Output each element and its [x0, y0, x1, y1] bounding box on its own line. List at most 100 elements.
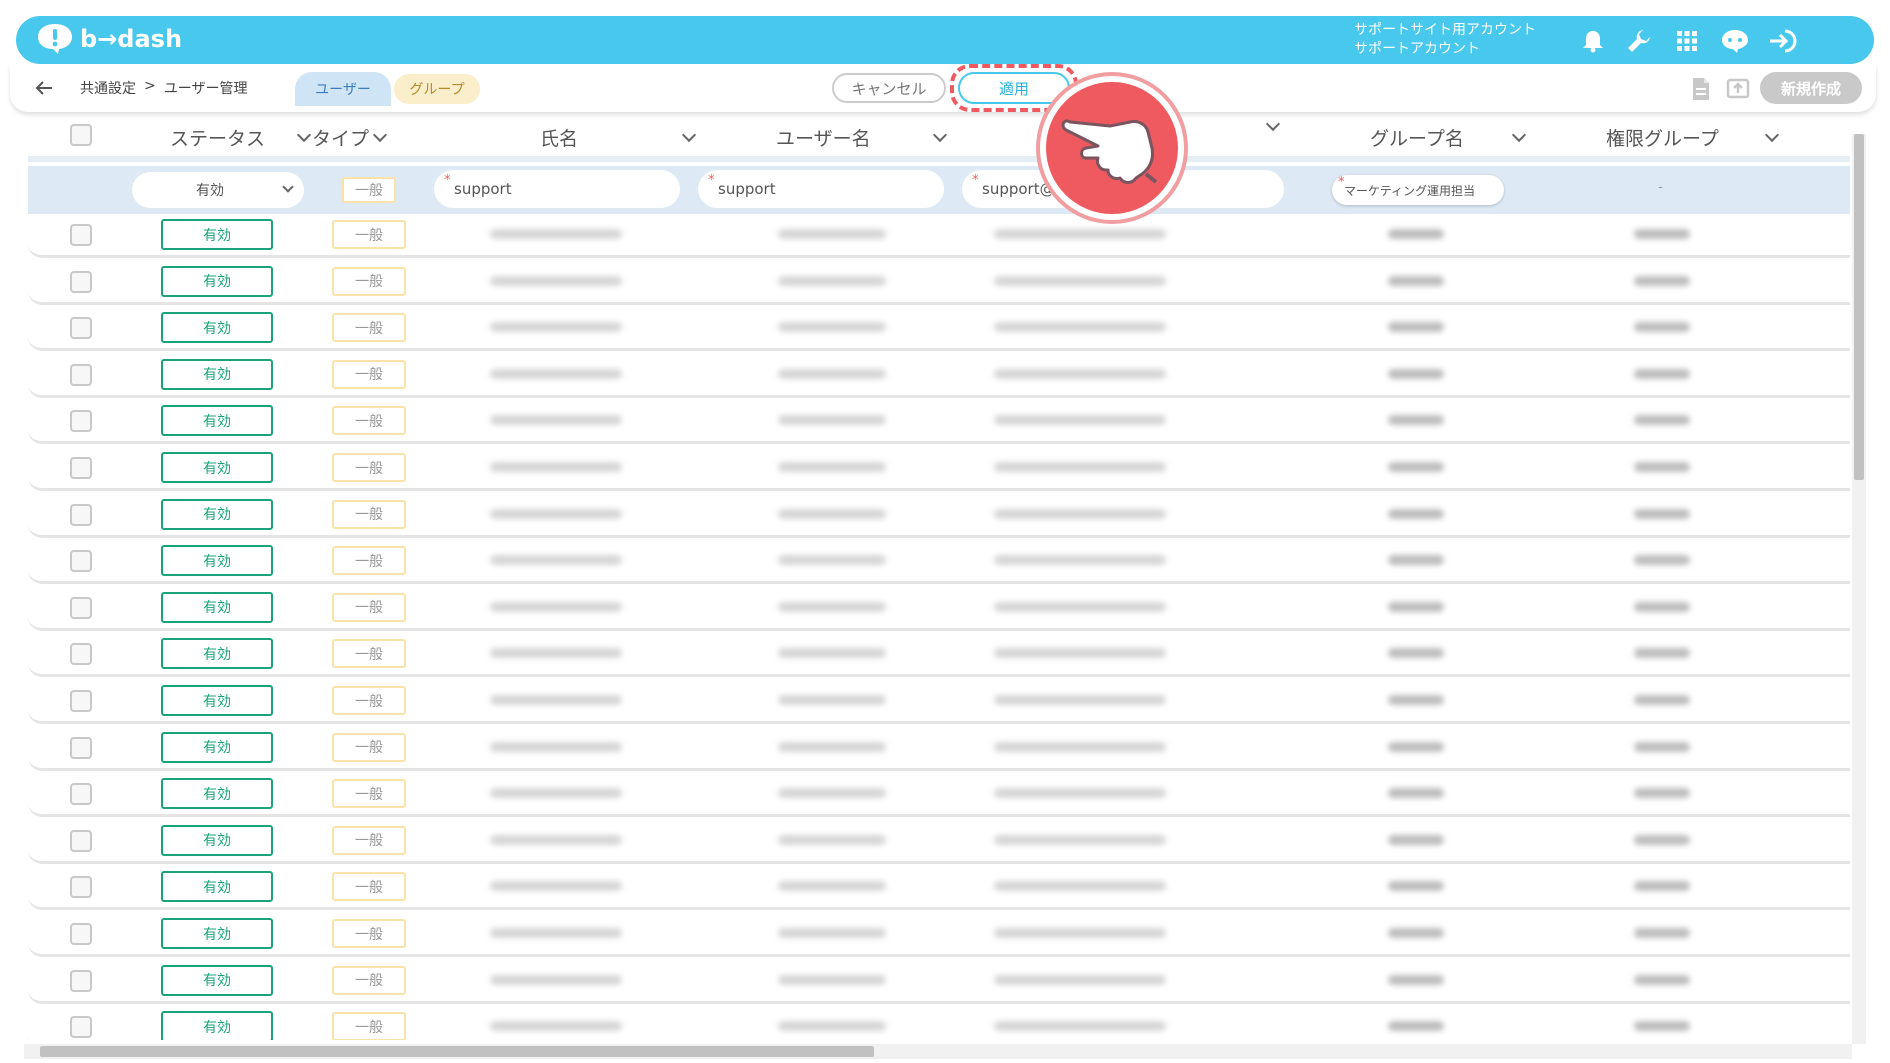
redacted-cell	[1388, 788, 1444, 799]
table-row[interactable]: 有効一般t	[28, 307, 1850, 352]
name-filter-input[interactable]: * support	[434, 170, 680, 208]
table-row[interactable]: 有効 一般	[28, 866, 1850, 911]
row-checkbox[interactable]	[70, 550, 92, 573]
redacted-cell	[490, 1021, 622, 1032]
chevron-down-icon[interactable]	[296, 127, 312, 143]
row-checkbox[interactable]	[70, 876, 92, 899]
status-badge: 有効	[161, 312, 273, 344]
cancel-button[interactable]: キャンセル	[832, 73, 946, 103]
breadcrumb-item-settings[interactable]: 共通設定	[80, 78, 136, 98]
username-filter-value: support	[718, 180, 776, 198]
redacted-cell	[490, 741, 622, 752]
row-checkbox[interactable]	[70, 1016, 92, 1039]
tab-user[interactable]: ユーザー	[295, 72, 391, 106]
table-row[interactable]: 有効 一般	[28, 260, 1850, 305]
table-row[interactable]: 有効 一般	[28, 214, 1850, 258]
column-header-status[interactable]: ステータス	[170, 124, 312, 151]
redacted-cell	[1634, 928, 1690, 938]
row-checkbox[interactable]	[70, 224, 92, 246]
horizontal-scrollbar[interactable]	[24, 1044, 1852, 1059]
grid-icon[interactable]	[1670, 24, 1704, 58]
table-row[interactable]: 有効 一般	[28, 633, 1850, 678]
type-badge: 一般	[332, 266, 406, 296]
back-arrow-icon[interactable]	[32, 76, 56, 100]
type-filter[interactable]: 一般	[342, 177, 396, 203]
table-row[interactable]: 有効 一般	[28, 819, 1850, 864]
redacted-cell	[994, 788, 1166, 799]
bell-icon[interactable]	[1576, 24, 1610, 58]
redacted-cell	[1388, 741, 1444, 752]
redacted-cell	[994, 415, 1166, 426]
row-checkbox[interactable]	[70, 736, 92, 759]
row-checkbox[interactable]	[70, 596, 92, 619]
chevron-down-icon[interactable]	[1764, 127, 1779, 143]
row-checkbox[interactable]	[70, 969, 92, 992]
redacted-cell	[490, 601, 622, 612]
status-filter-select[interactable]: 有効	[132, 172, 304, 208]
table-row[interactable]: 有効 一般	[28, 913, 1850, 957]
chevron-down-icon[interactable]	[681, 127, 697, 143]
logo[interactable]: b→dash	[36, 22, 182, 56]
table-row[interactable]: 有効 一般	[28, 1006, 1850, 1040]
table-row[interactable]: 有効 一般	[28, 773, 1850, 818]
redacted-cell	[1634, 741, 1690, 752]
username-filter-input[interactable]: * support	[698, 170, 944, 208]
table-row[interactable]: 有効 一般	[28, 447, 1850, 491]
row-checkbox[interactable]	[70, 643, 92, 666]
redacted-cell	[778, 368, 886, 379]
select-all-checkbox[interactable]	[70, 124, 92, 146]
logout-icon[interactable]	[1766, 24, 1800, 58]
type-badge: 一般	[332, 732, 406, 762]
table-row[interactable]: 有効 一般	[28, 680, 1850, 724]
chevron-down-icon[interactable]	[932, 127, 947, 143]
row-checkbox[interactable]	[70, 410, 92, 433]
upload-icon[interactable]	[1726, 76, 1752, 102]
row-checkbox[interactable]	[70, 923, 92, 945]
row-checkbox[interactable]	[70, 457, 92, 479]
status-badge: 有効	[161, 405, 273, 437]
new-create-button[interactable]: 新規作成	[1760, 72, 1862, 104]
redacted-cell	[490, 788, 622, 799]
wrench-icon[interactable]	[1622, 24, 1656, 58]
group-filter-chip[interactable]: * マーケティング運用担当	[1332, 175, 1504, 205]
row-checkbox[interactable]	[70, 783, 92, 806]
chat-icon[interactable]	[1718, 24, 1752, 58]
column-header-email-sort[interactable]	[1265, 116, 1281, 132]
redacted-cell	[994, 322, 1166, 333]
row-checkbox[interactable]	[70, 690, 92, 712]
column-header-name[interactable]: 氏名	[540, 124, 697, 151]
column-header-username[interactable]: ユーザー名	[776, 124, 947, 151]
tab-group[interactable]: グループ	[394, 74, 480, 104]
column-header-type[interactable]: タイプ	[312, 124, 388, 151]
status-badge: 有効	[161, 358, 273, 390]
chevron-down-icon[interactable]	[372, 127, 388, 143]
redacted-cell	[1634, 695, 1690, 705]
table-row[interactable]: 有効 一般	[28, 353, 1850, 398]
table-row[interactable]: 有効 一般	[28, 400, 1850, 445]
table-row[interactable]: 有効 一般	[28, 586, 1850, 631]
horizontal-scrollbar-thumb[interactable]	[40, 1046, 874, 1057]
redacted-cell	[778, 928, 886, 938]
table-row[interactable]: 有効 一般	[28, 726, 1850, 771]
row-checkbox[interactable]	[70, 270, 92, 293]
row-checkbox[interactable]	[70, 317, 92, 340]
column-header-group[interactable]: グループ名	[1370, 124, 1526, 151]
redacted-cell	[1388, 275, 1444, 286]
chevron-down-icon[interactable]	[1511, 127, 1526, 143]
redacted-cell	[490, 928, 622, 938]
row-checkbox[interactable]	[70, 503, 92, 526]
chevron-down-icon[interactable]	[1265, 116, 1281, 132]
redacted-cell	[1634, 648, 1690, 659]
redacted-cell	[994, 508, 1166, 519]
table-row[interactable]: 有効 一般	[28, 959, 1850, 1004]
table-row[interactable]: 有効一般t	[28, 493, 1850, 538]
redacted-cell	[1634, 368, 1690, 379]
table-row[interactable]: 有効 一般	[28, 540, 1850, 585]
row-checkbox[interactable]	[70, 829, 92, 852]
document-icon[interactable]	[1690, 76, 1716, 102]
column-header-permission[interactable]: 権限グループ	[1606, 124, 1779, 151]
row-checkbox[interactable]	[70, 363, 92, 386]
vertical-scrollbar[interactable]	[1852, 134, 1866, 1044]
account-info[interactable]: サポートサイト用アカウント サポートアカウント	[1354, 21, 1536, 59]
vertical-scrollbar-thumb[interactable]	[1854, 134, 1864, 480]
